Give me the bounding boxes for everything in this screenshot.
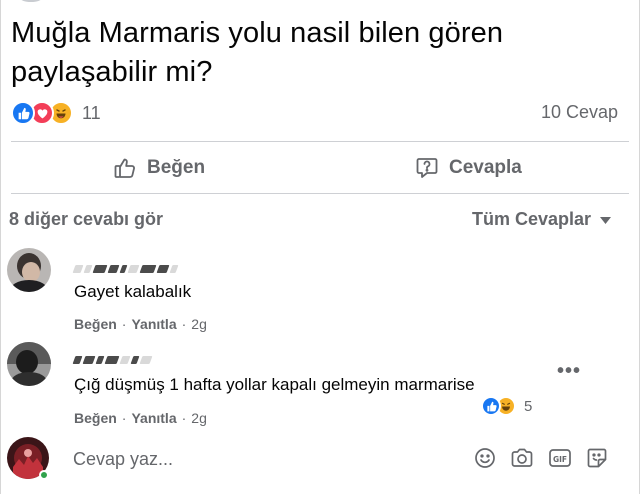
divider: [11, 141, 629, 142]
divider: [11, 193, 629, 194]
comment-text: Gayet kalabalık: [74, 282, 192, 301]
like-icon: [11, 101, 35, 125]
comment-like-link[interactable]: Beğen: [74, 410, 117, 426]
comment-reactions[interactable]: 5: [481, 396, 532, 416]
view-more-answers-link[interactable]: 8 diğer cevabı gör: [9, 209, 163, 230]
comment-like-link[interactable]: Beğen: [74, 316, 117, 332]
like-icon: [481, 396, 501, 416]
thumbs-up-icon: [114, 158, 135, 178]
comment-time[interactable]: 2g: [191, 316, 207, 332]
comment-text: Çığ düşmüş 1 hafta yollar kapalı gelmeyi…: [74, 375, 475, 394]
comment-time[interactable]: 2g: [191, 410, 207, 426]
commenter-name-redacted[interactable]: [72, 353, 153, 367]
like-button[interactable]: Beğen: [113, 153, 205, 183]
reply-input[interactable]: Cevap yaz...: [73, 449, 173, 470]
like-button-label: Beğen: [147, 157, 206, 178]
meta-separator: ·: [181, 316, 187, 332]
meta-separator: ·: [121, 316, 127, 332]
reaction-count: 11: [82, 102, 101, 123]
comment-reaction-count: 5: [524, 397, 533, 415]
caret-down-icon: [600, 217, 612, 224]
emoji-icon[interactable]: [474, 447, 496, 469]
camera-icon[interactable]: [510, 447, 534, 469]
comment-meta: Beğen · Yanıtla · 2g: [74, 410, 207, 426]
answer-count-link[interactable]: 10 Cevap: [541, 102, 618, 123]
meta-separator: ·: [121, 410, 127, 426]
question-title: Muğla Marmaris yolu nasil bilen gören pa…: [11, 17, 504, 88]
reaction-summary[interactable]: 11: [11, 100, 101, 126]
commenter-name-redacted[interactable]: [72, 262, 179, 276]
composer-tools: GIF: [474, 447, 608, 469]
svg-text:GIF: GIF: [553, 455, 567, 464]
reply-button[interactable]: Cevapla: [415, 153, 522, 183]
filter-label: Tüm Cevaplar: [472, 209, 592, 229]
online-status-indicator: [39, 470, 49, 480]
comment-meta: Beğen · Yanıtla · 2g: [74, 316, 207, 332]
answer-filter-dropdown[interactable]: Tüm Cevaplar: [472, 209, 612, 230]
meta-separator: ·: [181, 410, 187, 426]
gif-icon[interactable]: GIF: [548, 447, 572, 469]
question-bubble-icon: [416, 158, 438, 178]
avatar[interactable]: [7, 342, 51, 386]
more-options-icon[interactable]: •••: [557, 360, 581, 383]
comment-reply-link[interactable]: Yanıtla: [131, 316, 176, 332]
reply-button-label: Cevapla: [449, 157, 522, 178]
sticker-icon[interactable]: [586, 447, 608, 469]
avatar[interactable]: [7, 248, 51, 292]
comment-reply-link[interactable]: Yanıtla: [131, 410, 176, 426]
